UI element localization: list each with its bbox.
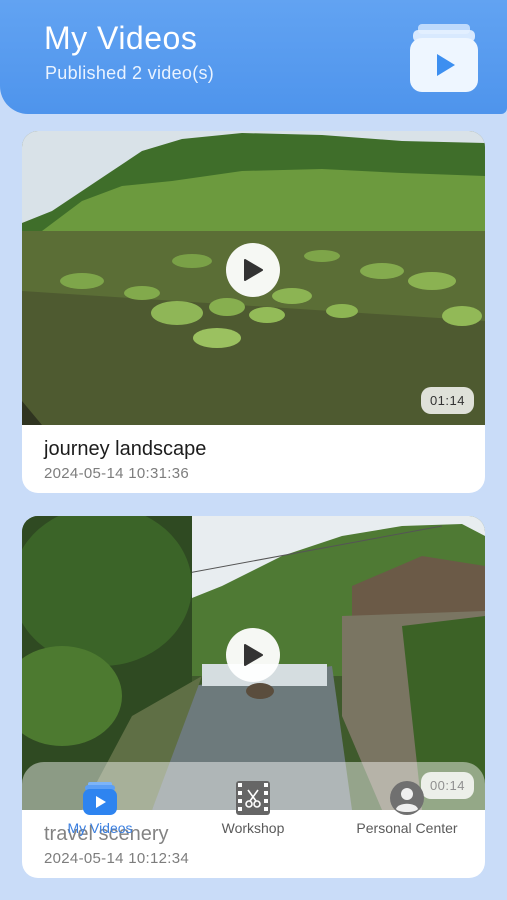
tab-label: Workshop — [221, 820, 285, 836]
published-count: Published 2 video(s) — [45, 63, 215, 83]
play-icon — [244, 259, 263, 281]
app-header: My Videos Published 2 video(s) — [0, 0, 507, 114]
page-title: My Videos — [44, 20, 198, 56]
video-thumbnail[interactable]: 01:14 — [22, 131, 485, 425]
video-duration: 01:14 — [420, 387, 474, 414]
user-avatar-icon — [390, 781, 424, 815]
video-folder-icon — [410, 24, 478, 92]
film-scissors-icon — [236, 781, 270, 815]
tab-label: Personal Center — [356, 820, 458, 836]
video-folder-icon — [83, 782, 117, 815]
play-button[interactable] — [226, 628, 280, 682]
tab-label: My Videos — [67, 820, 133, 836]
tab-personal-center[interactable]: Personal Center — [332, 780, 482, 840]
video-title: journey landscape — [44, 438, 207, 460]
tab-workshop[interactable]: Workshop — [178, 780, 328, 840]
tab-my-videos[interactable]: My Videos — [25, 780, 175, 840]
play-icon — [244, 644, 263, 666]
bottom-tab-bar: My Videos Workshop Personal Center — [22, 762, 485, 850]
play-button[interactable] — [226, 243, 280, 297]
video-card[interactable]: 01:14 journey landscape 2024-05-14 10:31… — [22, 131, 485, 493]
video-timestamp: 2024-05-14 10:12:34 — [44, 850, 189, 867]
video-timestamp: 2024-05-14 10:31:36 — [44, 465, 189, 482]
